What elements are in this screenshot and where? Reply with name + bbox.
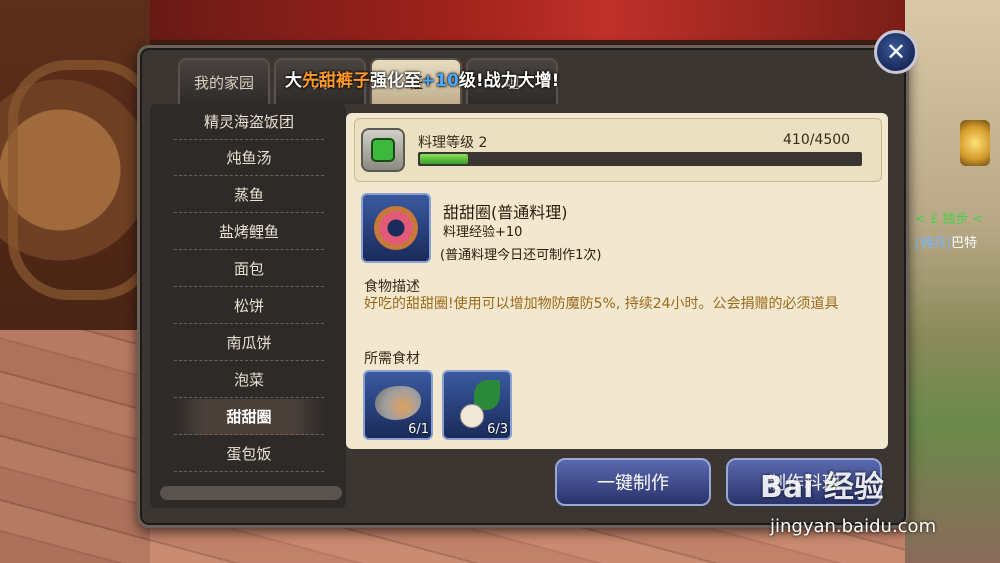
- marquee-post: 级!战力大增!: [458, 71, 560, 91]
- guild-tag: [佣兵]: [915, 236, 952, 251]
- background-curtain: [150, 0, 910, 40]
- ornament-decor: [8, 60, 158, 300]
- close-button[interactable]: ✕: [874, 30, 918, 74]
- marquee-number: +10: [421, 71, 459, 91]
- player-name-tag[interactable]: < £ 独步 <: [915, 208, 983, 227]
- player-guild-tag[interactable]: [佣兵]巴特: [915, 232, 977, 251]
- guild-name: 巴特: [951, 236, 978, 251]
- tab-my-home[interactable]: 我的家园: [178, 58, 270, 104]
- recipe-item[interactable]: 面包: [174, 251, 324, 287]
- donut-icon[interactable]: [361, 193, 431, 263]
- ingredient-radish[interactable]: 6/3: [442, 370, 512, 440]
- description-text: 好吃的甜甜圈!使用可以增加物防魔防5%, 持续24小时。公会捐赠的必须道具: [364, 296, 839, 312]
- announcement-marquee: 大先甜裤子强化至+10级!战力大增!: [285, 66, 559, 91]
- oyster-icon: [375, 386, 421, 420]
- ingredient-count: 6/1: [408, 422, 429, 437]
- recipe-item[interactable]: 精灵海盗饭团: [174, 104, 324, 140]
- marquee-pre: 大: [285, 71, 302, 91]
- marquee-highlight: 先甜裤子: [302, 71, 370, 91]
- exp-bar-track: [418, 152, 862, 166]
- recipe-item[interactable]: 蒸鱼: [174, 177, 324, 213]
- exp-bar-fill: [420, 154, 468, 164]
- list-scrollbar[interactable]: [160, 486, 342, 500]
- recipe-list: 精灵海盗饭团 炖鱼汤 蒸鱼 盐烤鲤鱼 面包 松饼 南瓜饼 泡菜 甜甜圈 蛋包饭: [150, 104, 346, 508]
- cooking-level-label: 料理等级 2: [418, 135, 488, 151]
- lamp-icon: [960, 120, 990, 166]
- close-icon: ✕: [885, 38, 907, 66]
- item-name: 甜甜圈(普通料理): [443, 203, 568, 222]
- watermark-url: jingyan.baidu.com: [770, 516, 937, 537]
- item-exp: 料理经验+10: [443, 225, 523, 240]
- watermark-brand: Bai 经验: [760, 470, 884, 505]
- recipe-item[interactable]: 泡菜: [174, 362, 324, 398]
- marquee-mid: 强化至: [370, 71, 421, 91]
- cooking-exp-value: 410/4500: [783, 132, 851, 148]
- recipe-item[interactable]: 南瓜饼: [174, 325, 324, 361]
- background-right-scene: [905, 0, 1000, 563]
- cooking-level-icon: [361, 128, 405, 172]
- recipe-item[interactable]: 盐烤鲤鱼: [174, 214, 324, 250]
- recipe-item[interactable]: 炖鱼汤: [174, 140, 324, 176]
- ingredients-title: 所需食材: [364, 351, 420, 367]
- ingredient-count: 6/3: [487, 422, 508, 437]
- ingredient-oyster[interactable]: 6/1: [363, 370, 433, 440]
- radish-icon: [460, 404, 484, 428]
- description-title: 食物描述: [364, 279, 420, 295]
- one-click-make-button[interactable]: 一键制作: [555, 458, 711, 506]
- item-daily-limit: (普通料理今日还可制作1次): [440, 248, 602, 263]
- recipe-item-selected[interactable]: 甜甜圈: [174, 399, 324, 435]
- recipe-item[interactable]: 松饼: [174, 288, 324, 324]
- recipe-item[interactable]: 蛋包饭: [174, 436, 324, 472]
